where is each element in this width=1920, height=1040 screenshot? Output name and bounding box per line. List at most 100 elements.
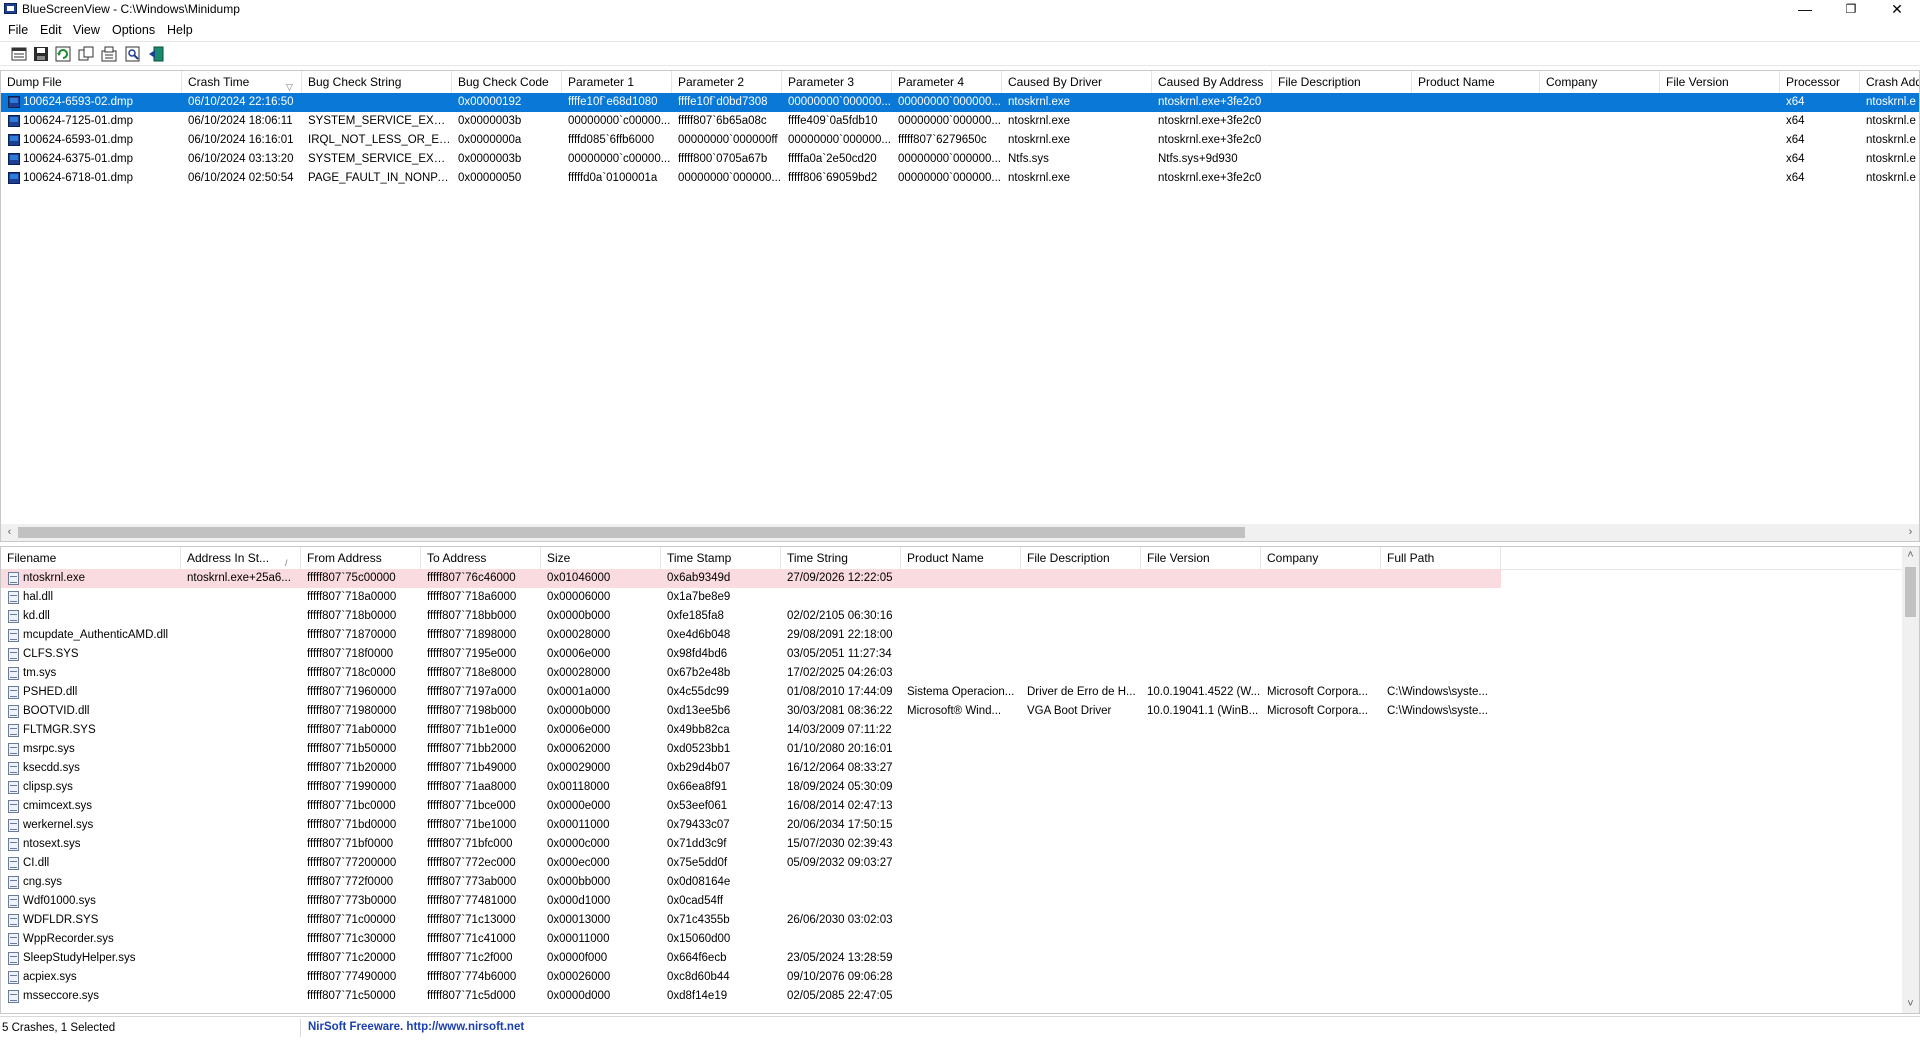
driver-row[interactable]: SleepStudyHelper.sys fffff807`71c20000 fff… (1, 949, 1919, 968)
driver-row[interactable]: ntoskrnl.exe ntoskrnl.exe+25a6... fffff807… (1, 569, 1919, 588)
driver-list[interactable]: Filename Address In St... / From Address To … (0, 546, 1920, 1014)
driver-cell (1381, 987, 1501, 1006)
crash-cell: ntoskrnl.e (1866, 172, 1916, 184)
driver-col-header[interactable]: File Description (1021, 547, 1141, 569)
menu-view[interactable]: View (73, 23, 100, 37)
driver-col-header[interactable]: File Version (1141, 547, 1261, 569)
driver-row[interactable]: hal.dll fffff807`718a0000 fffff807`718a600… (1, 588, 1919, 607)
crash-col-header[interactable]: Processor (1780, 71, 1860, 93)
driver-row[interactable]: WDFLDR.SYS fffff807`71c00000 fffff807`71c1… (1, 911, 1919, 930)
crash-cell (1540, 131, 1660, 150)
crash-col-header[interactable]: Parameter 3 (782, 71, 892, 93)
properties-icon[interactable] (101, 46, 117, 62)
crash-col-header[interactable]: Bug Check Code (452, 71, 562, 93)
restore-button[interactable]: ❐ (1828, 0, 1874, 20)
menu-edit[interactable]: Edit (40, 23, 62, 37)
driver-row[interactable]: mcupdate_AuthenticAMD.dll fffff807`718700… (1, 626, 1919, 645)
driver-col-header[interactable]: Time Stamp (661, 547, 781, 569)
driver-row[interactable]: werkernel.sys fffff807`71bd0000 fffff807`7… (1, 816, 1919, 835)
driver-cell (1381, 759, 1501, 778)
driver-row[interactable]: Wdf01000.sys fffff807`773b0000 fffff807`77… (1, 892, 1919, 911)
crash-row[interactable]: 100624-6593-01.dmp 06/10/2024 16:16:01 IRQ… (1, 131, 1919, 150)
driver-col-header[interactable]: Full Path (1381, 547, 1501, 569)
crash-row[interactable]: 100624-7125-01.dmp 06/10/2024 18:06:11 SYS… (1, 112, 1919, 131)
crash-list[interactable]: Dump File Crash Time ▽ Bug Check String Bug … (0, 70, 1920, 542)
driver-cell: 0xb29d4b07 (667, 762, 731, 774)
crash-col-header[interactable]: Caused By Driver (1002, 71, 1152, 93)
scroll-left-icon[interactable]: ‹ (1, 524, 18, 541)
driver-cell: PSHED.dll (23, 686, 78, 698)
scroll-right-icon[interactable]: › (1902, 524, 1919, 541)
driver-row[interactable]: FLTMGR.SYS fffff807`71ab0000 fffff807`71b1… (1, 721, 1919, 740)
driver-cell: fffff807`718e8000 (427, 667, 517, 679)
crash-list-hscroll-thumb[interactable] (18, 527, 1245, 538)
crash-col-header[interactable]: Crash Address (1860, 71, 1919, 93)
exit-icon[interactable] (148, 46, 164, 62)
crash-col-header[interactable]: Parameter 4 (892, 71, 1002, 93)
driver-col-header[interactable]: Time String (781, 547, 901, 569)
driver-cell (1261, 816, 1381, 835)
save-selected-icon[interactable] (33, 46, 49, 62)
driver-row[interactable]: BOOTVID.dll fffff807`71980000 fffff807`719… (1, 702, 1919, 721)
driver-row[interactable]: clipsp.sys fffff807`71990000 fffff807`71aa… (1, 778, 1919, 797)
driver-list-vscrollbar[interactable]: ˄ ˅ (1902, 547, 1919, 1013)
driver-row[interactable]: kd.dll fffff807`718b0000 fffff807`718bb000… (1, 607, 1919, 626)
driver-col-header[interactable]: Company (1261, 547, 1381, 569)
refresh-icon[interactable] (55, 46, 71, 62)
driver-list-vscroll-thumb[interactable] (1905, 567, 1916, 617)
crash-col-header[interactable]: Parameter 2 (672, 71, 782, 93)
menu-options[interactable]: Options (112, 23, 155, 37)
crash-col-header[interactable]: Parameter 1 (562, 71, 672, 93)
driver-cell (1021, 968, 1141, 987)
crash-cell: 100624-6593-01.dmp (23, 134, 133, 146)
driver-file-icon (8, 591, 19, 604)
driver-row[interactable]: CLFS.SYS fffff807`718f0000 fffff807`7195e0… (1, 645, 1919, 664)
driver-cell (1141, 607, 1261, 626)
crash-row[interactable]: 100624-6718-01.dmp 06/10/2024 02:50:54 PAG… (1, 169, 1919, 188)
driver-row[interactable]: ksecdd.sys fffff807`71b20000 fffff807`71b4… (1, 759, 1919, 778)
driver-row[interactable]: PSHED.dll fffff807`71960000 fffff807`7197a… (1, 683, 1919, 702)
menu-file[interactable]: File (8, 23, 28, 37)
driver-col-header[interactable]: Filename (1, 547, 181, 569)
menu-help[interactable]: Help (167, 23, 193, 37)
driver-row[interactable]: CI.dll fffff807`77200000 fffff807`772ec000… (1, 854, 1919, 873)
save-icon[interactable] (11, 46, 27, 62)
nirsoft-link[interactable]: NirSoft Freeware. http://www.nirsoft.net (308, 1021, 524, 1033)
crash-row[interactable]: 100624-6375-01.dmp 06/10/2024 03:13:20 SYS… (1, 150, 1919, 169)
driver-row[interactable]: msrpc.sys fffff807`71b50000 fffff807`71bb2… (1, 740, 1919, 759)
driver-row[interactable]: tm.sys fffff807`718c0000 fffff807`718e8000… (1, 664, 1919, 683)
crash-col-header[interactable]: Company (1540, 71, 1660, 93)
copy-icon[interactable] (78, 46, 94, 62)
driver-cell: mcupdate_AuthenticAMD.dll (23, 629, 169, 641)
crash-col-header[interactable]: Product Name (1412, 71, 1540, 93)
driver-row[interactable]: WppRecorder.sys fffff807`71c30000 fffff807… (1, 930, 1919, 949)
crash-cell: 00000000`000000... (898, 115, 1001, 127)
driver-col-header[interactable]: Product Name (901, 547, 1021, 569)
driver-cell: ntosext.sys (23, 838, 81, 850)
scroll-down-icon[interactable]: ˅ (1902, 996, 1919, 1013)
driver-cell: ntoskrnl.exe (23, 572, 86, 584)
crash-list-hscrollbar[interactable]: ‹ › (1, 524, 1919, 541)
crash-col-header[interactable]: Caused By Address (1152, 71, 1272, 93)
scroll-up-icon[interactable]: ˄ (1902, 547, 1919, 564)
crash-col-header[interactable]: File Description (1272, 71, 1412, 93)
crash-col-header[interactable]: Crash Time ▽ (182, 71, 302, 93)
crash-col-header[interactable]: Bug Check String (302, 71, 452, 93)
driver-row[interactable]: msseccore.sys fffff807`71c50000 fffff807`7… (1, 987, 1919, 1006)
find-icon[interactable] (125, 46, 141, 62)
driver-col-header[interactable]: Size (541, 547, 661, 569)
crash-col-header[interactable]: Dump File (1, 71, 182, 93)
minimize-button[interactable]: — (1782, 0, 1828, 20)
crash-col-header[interactable]: File Version (1660, 71, 1780, 93)
driver-row[interactable]: cmimcext.sys fffff807`71bc0000 fffff807`71… (1, 797, 1919, 816)
close-button[interactable]: ✕ (1874, 0, 1920, 20)
driver-row[interactable]: cng.sys fffff807`772f0000 fffff807`773ab00… (1, 873, 1919, 892)
driver-col-header[interactable]: Address In St... / (181, 547, 301, 569)
driver-col-header[interactable]: From Address (301, 547, 421, 569)
driver-row[interactable]: ntosext.sys fffff807`71bf0000 fffff807`71b… (1, 835, 1919, 854)
driver-col-header[interactable]: To Address (421, 547, 541, 569)
driver-row[interactable]: acpiex.sys fffff807`77490000 fffff807`774b… (1, 968, 1919, 987)
driver-cell (181, 835, 301, 854)
driver-cell: 0xc8d60b44 (667, 971, 730, 983)
crash-row[interactable]: 100624-6593-02.dmp 06/10/2024 22:16:50 0x0… (1, 93, 1919, 112)
